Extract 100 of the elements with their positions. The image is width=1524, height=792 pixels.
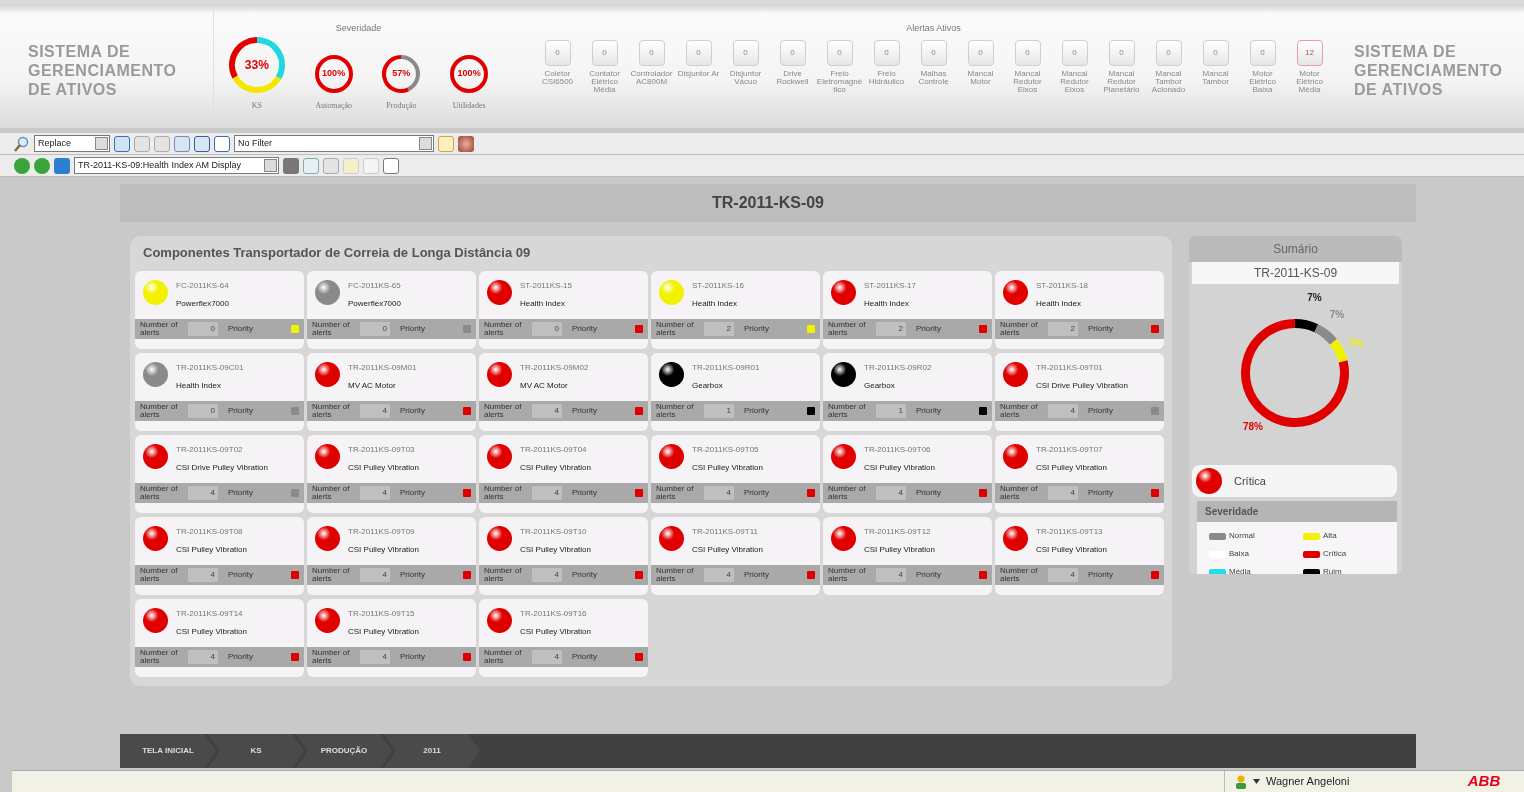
asset-type: Gearbox xyxy=(864,379,896,392)
asset-card[interactable]: TR-2011KS-09T13 CSI Pulley Vibration Number of alerts 4 Priority xyxy=(995,516,1164,595)
alerts-count-field: 4 xyxy=(360,485,390,500)
asset-card[interactable]: ST-2011KS-15 Health Index Number of alerts 0 Priority xyxy=(479,270,648,349)
priority-label: Priority xyxy=(227,486,254,499)
asset-card[interactable]: TR-2011KS-09T12 CSI Pulley Vibration Number of alerts 4 Priority xyxy=(823,516,992,595)
asset-card[interactable]: TR-2011KS-09T09 CSI Pulley Vibration Number of alerts 4 Priority xyxy=(307,516,476,595)
breadcrumb-item[interactable]: 2011 xyxy=(384,734,480,768)
asset-card[interactable]: TR-2011KS-09T05 CSI Pulley Vibration Number of alerts 4 Priority xyxy=(651,434,820,513)
percent-label: 78% xyxy=(1242,419,1263,434)
asset-card[interactable]: TR-2011KS-09R02 Gearbox Number of alerts 1 Priority xyxy=(823,352,992,431)
alert-count-button[interactable]: 0 xyxy=(638,39,665,66)
asset-type: CSI Pulley Vibration xyxy=(692,461,763,474)
asset-card[interactable]: ST-2011KS-16 Health Index Number of alerts 2 Priority xyxy=(651,270,820,349)
legend-label: Crítica xyxy=(1323,548,1347,560)
asset-tag: TR-2011KS-09T06 xyxy=(864,443,935,456)
gauge-value: 57% xyxy=(392,66,411,80)
caret-icon[interactable] xyxy=(1253,779,1260,784)
asset-card[interactable]: FC-2011KS-64 Powerflex7000 Number of alerts 0 Priority xyxy=(135,270,304,349)
asset-card[interactable]: TR-2011KS-09T06 CSI Pulley Vibration Number of alerts 4 Priority xyxy=(823,434,992,513)
alert-count-button[interactable]: 12 xyxy=(1296,39,1323,66)
asset-card[interactable]: TR-2011KS-09T03 CSI Pulley Vibration Number of alerts 4 Priority xyxy=(307,434,476,513)
gauge-label: Produção xyxy=(386,99,417,112)
alerts-count-field: 4 xyxy=(188,485,218,500)
priority-label: Priority xyxy=(743,486,770,499)
asset-card[interactable]: TR-2011KS-09T16 CSI Pulley Vibration Number of alerts 4 Priority xyxy=(479,598,648,677)
alerts-count-field: 0 xyxy=(188,321,218,336)
asset-type: CSI Pulley Vibration xyxy=(348,461,419,474)
alerts-label: Number of alerts xyxy=(828,402,867,419)
alert-count-button[interactable]: 0 xyxy=(1061,39,1088,66)
asset-card[interactable]: TR-2011KS-09C01 Health Index Number of alerts 0 Priority xyxy=(135,352,304,431)
alert-count-button[interactable]: 0 xyxy=(1108,39,1135,66)
priority-label: Priority xyxy=(743,568,770,581)
asset-tag: TR-2011KS-09T12 xyxy=(864,525,935,538)
asset-card[interactable]: ST-2011KS-18 Health Index Number of alerts 2 Priority xyxy=(995,270,1164,349)
gauge-value: 100% xyxy=(322,66,346,80)
breadcrumb-item[interactable]: TELA INICIAL xyxy=(120,734,216,768)
asset-card[interactable]: TR-2011KS-09T10 CSI Pulley Vibration Number of alerts 4 Priority xyxy=(479,516,648,595)
alerts-label: Number of alerts xyxy=(140,402,179,419)
search-icon[interactable] xyxy=(14,135,30,152)
alert-count-button[interactable]: 0 xyxy=(1202,39,1229,66)
alerts-count-field: 0 xyxy=(532,321,562,336)
asset-card[interactable]: TR-2011KS-09M01 MV AC Motor Number of alerts 4 Priority xyxy=(307,352,476,431)
asset-card[interactable]: FC-2011KS-65 Powerflex7000 Number of alerts 0 Priority xyxy=(307,270,476,349)
alert-count-button[interactable]: 0 xyxy=(685,39,712,66)
priority-label: Priority xyxy=(1087,322,1114,335)
asset-type: CSI Pulley Vibration xyxy=(520,625,591,638)
user-icon[interactable] xyxy=(1235,774,1247,789)
gauge-value: 100% xyxy=(457,66,481,80)
alert-count-button[interactable]: 0 xyxy=(591,39,618,66)
asset-type: CSI Pulley Vibration xyxy=(520,543,591,556)
asset-tag: TR-2011KS-09T07 xyxy=(1036,443,1107,456)
alert-count-button[interactable]: 0 xyxy=(1014,39,1041,66)
percent-label: 7% xyxy=(1329,307,1345,322)
asset-card[interactable]: TR-2011KS-09M02 MV AC Motor Number of alerts 4 Priority xyxy=(479,352,648,431)
priority-label: Priority xyxy=(399,486,426,499)
asset-card[interactable]: TR-2011KS-09T08 CSI Pulley Vibration Number of alerts 4 Priority xyxy=(135,516,304,595)
asset-card[interactable]: TR-2011KS-09T02 CSI Drive Pulley Vibration Number of alerts 4 Priority xyxy=(135,434,304,513)
priority-label: Priority xyxy=(915,486,942,499)
priority-label: Priority xyxy=(1087,486,1114,499)
alert-count-button[interactable]: 0 xyxy=(826,39,853,66)
asset-card[interactable]: TR-2011KS-09R01 Gearbox Number of alerts 1 Priority xyxy=(651,352,820,431)
alert-count-button[interactable]: 0 xyxy=(967,39,994,66)
dropdown[interactable]: TR-2011-KS-09:Health Index AM Display xyxy=(74,157,279,174)
app-title: SISTEMA DE GERENCIAMENTO DE ATIVOS xyxy=(28,42,178,100)
breadcrumb-item[interactable]: KS xyxy=(208,734,304,768)
alert-count-button[interactable]: 0 xyxy=(1155,39,1182,66)
alert-count-button[interactable]: 0 xyxy=(873,39,900,66)
asset-card[interactable]: TR-2011KS-09T07 CSI Pulley Vibration Number of alerts 4 Priority xyxy=(995,434,1164,513)
alerts-count-field: 2 xyxy=(704,321,734,336)
asset-type: CSI Pulley Vibration xyxy=(864,461,935,474)
asset-card[interactable]: TR-2011KS-09T14 CSI Pulley Vibration Number of alerts 4 Priority xyxy=(135,598,304,677)
asset-card[interactable]: TR-2011KS-09T01 CSI Drive Pulley Vibration Number of alerts 4 Priority xyxy=(995,352,1164,431)
priority-label: Priority xyxy=(571,486,598,499)
priority-label: Priority xyxy=(571,404,598,417)
asset-type: CSI Drive Pulley Vibration xyxy=(1036,379,1128,392)
alert-count-button[interactable]: 0 xyxy=(732,39,759,66)
panel-title: Componentes Transportador de Correia de Longa Distância 09 xyxy=(142,244,532,262)
asset-card[interactable]: ST-2011KS-17 Health Index Number of alerts 2 Priority xyxy=(823,270,992,349)
breadcrumb-item[interactable]: PRODUÇÃO xyxy=(296,734,392,768)
priority-label: Priority xyxy=(1087,568,1114,581)
alerts-label: Number of alerts xyxy=(828,484,867,501)
alert-count-button[interactable]: 0 xyxy=(1249,39,1276,66)
alerts-label: Number of alerts xyxy=(1000,484,1039,501)
status-label: Crítica xyxy=(1234,473,1266,489)
alert-count-button[interactable]: 0 xyxy=(779,39,806,66)
dropdown[interactable]: Replace xyxy=(34,135,110,152)
legend-label: Baixa xyxy=(1229,548,1249,560)
alert-count-button[interactable]: 0 xyxy=(544,39,571,66)
alert-label: Disjuntor Ar xyxy=(676,69,721,78)
alert-count-button[interactable]: 0 xyxy=(920,39,947,66)
asset-card[interactable]: TR-2011KS-09T11 CSI Pulley Vibration Number of alerts 4 Priority xyxy=(651,516,820,595)
alerts-count-field: 2 xyxy=(1048,321,1078,336)
asset-card[interactable]: TR-2011KS-09T04 CSI Pulley Vibration Number of alerts 4 Priority xyxy=(479,434,648,513)
asset-tag: ST-2011KS-18 xyxy=(1036,279,1088,292)
asset-card[interactable]: TR-2011KS-09T15 CSI Pulley Vibration Number of alerts 4 Priority xyxy=(307,598,476,677)
dropdown[interactable]: No Filter xyxy=(234,135,434,152)
gauge-label: KS xyxy=(251,99,262,112)
asset-type: CSI Pulley Vibration xyxy=(176,625,247,638)
user-name[interactable]: Wagner Angeloni xyxy=(1266,773,1350,790)
